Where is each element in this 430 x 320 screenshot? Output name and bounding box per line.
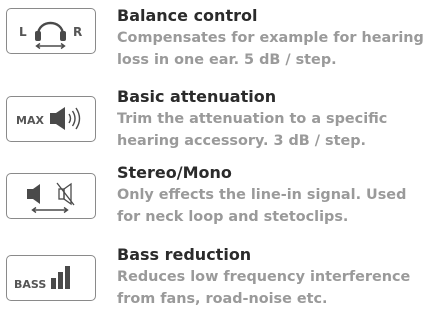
balance-control-desc-line2: loss in one ear. 5 dB / step.	[117, 52, 337, 68]
feature-stereo-mono: Stereo/Mono Only effects the line-in sig…	[0, 163, 430, 241]
bass-reduction-desc-line2: from fans, road-noise etc.	[117, 291, 328, 307]
balance-control-title: Balance control	[117, 6, 258, 25]
bass-reduction-icon-box: BASS	[6, 255, 96, 301]
feature-basic-attenuation: MAX Basic attenuation Trim the attenuati…	[0, 87, 430, 165]
feature-bass-reduction: BASS Bass reduction Reduces low frequenc…	[0, 245, 430, 320]
balance-control-description: Compensates for example for hearing loss…	[117, 27, 427, 71]
bass-reduction-title: Bass reduction	[117, 245, 252, 264]
stereo-mono-icon-box	[6, 173, 96, 219]
balance-control-desc-line1: Compensates for example for hearing	[117, 30, 424, 46]
bass-label: BASS	[14, 278, 46, 291]
balance-right-label: R	[73, 25, 82, 39]
stereo-mono-desc-line2: for neck loop and stetoclips.	[117, 209, 349, 225]
attenuation-max-label: MAX	[16, 114, 44, 127]
bass-bars-icon: BASS	[14, 266, 70, 291]
stereo-mono-speaker-icon	[27, 182, 75, 214]
basic-attenuation-description: Trim the attenuation to a specific heari…	[117, 108, 427, 152]
balance-control-icon-box: L R	[6, 8, 96, 54]
max-volume-speaker-icon: MAX	[16, 107, 81, 130]
basic-attenuation-icon-box: MAX	[6, 96, 96, 142]
bass-reduction-description: Reduces low frequency interference from …	[117, 266, 427, 310]
balance-left-label: L	[19, 25, 27, 39]
basic-attenuation-desc-line2: hearing accessory. 3 dB / step.	[117, 133, 367, 149]
headphones-balance-icon: L R	[19, 21, 82, 50]
bass-reduction-desc-line1: Reduces low frequency interference	[117, 269, 411, 285]
stereo-mono-description: Only effects the line-in signal. Used fo…	[117, 184, 427, 228]
stereo-mono-title: Stereo/Mono	[117, 163, 232, 182]
basic-attenuation-title: Basic attenuation	[117, 87, 277, 106]
basic-attenuation-desc-line1: Trim the attenuation to a specific	[117, 111, 388, 127]
stereo-mono-desc-line1: Only effects the line-in signal. Used	[117, 187, 407, 203]
feature-balance-control: L R Balance control Compensates for exam…	[0, 6, 430, 84]
